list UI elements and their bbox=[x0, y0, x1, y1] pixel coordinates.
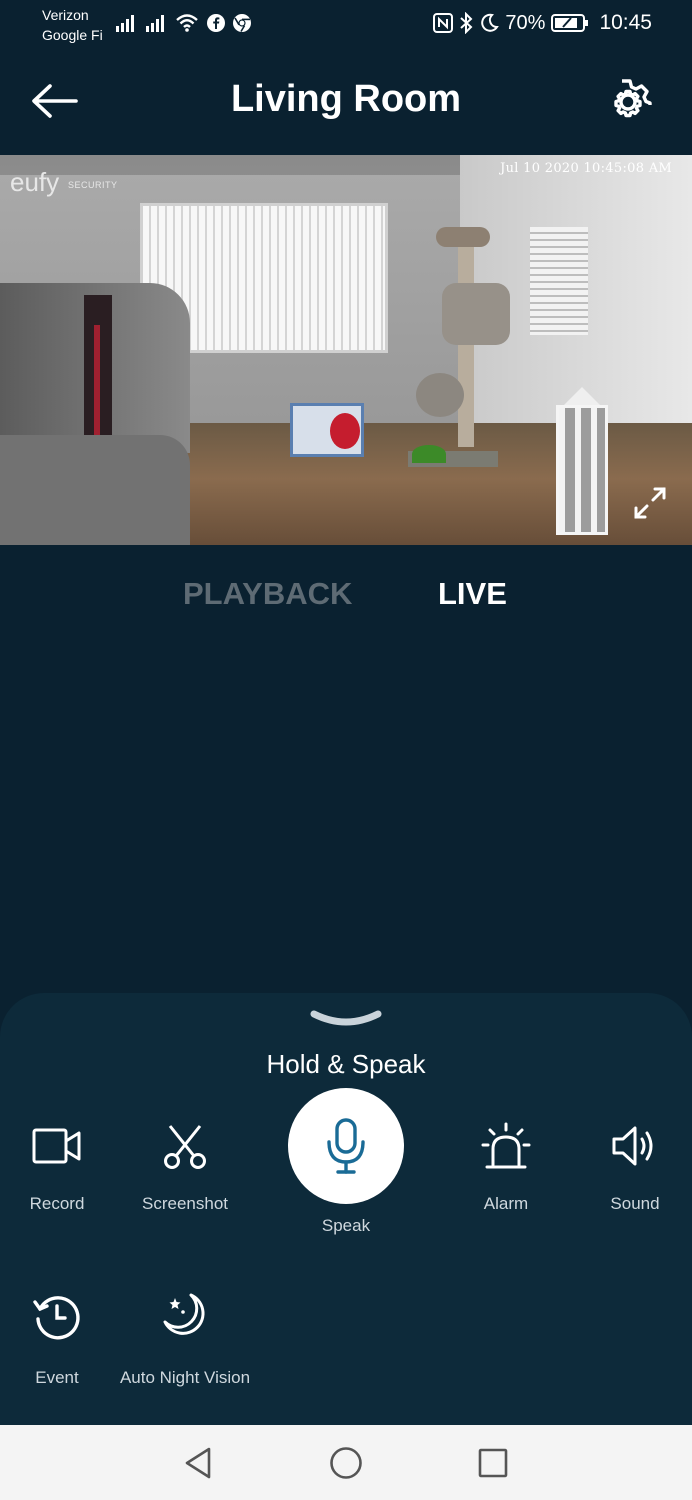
sound-icon-wrap bbox=[570, 1118, 692, 1174]
video-scene-cat-cube-hole bbox=[330, 413, 360, 449]
nav-recents-button[interactable] bbox=[473, 1443, 513, 1483]
video-scene-cat-tower-box bbox=[442, 283, 510, 345]
history-icon bbox=[33, 1296, 80, 1340]
screenshot-button[interactable]: Screenshot bbox=[120, 1118, 250, 1214]
gear-icon bbox=[614, 79, 652, 118]
video-scene-cat-tower-top bbox=[436, 227, 490, 247]
eufy-logo-sub: SECURITY bbox=[68, 180, 118, 190]
record-button[interactable]: Record bbox=[0, 1118, 122, 1214]
wifi-icon bbox=[176, 14, 198, 32]
fullscreen-button[interactable] bbox=[628, 481, 672, 525]
triangle-back-icon bbox=[185, 1447, 211, 1479]
eufy-logo: eufy bbox=[10, 167, 60, 197]
speak-label: Speak bbox=[321, 1216, 371, 1235]
battery-percent: 70% bbox=[505, 11, 546, 34]
siren-icon bbox=[481, 1122, 531, 1169]
alarm-icon-wrap bbox=[441, 1118, 571, 1174]
auto-night-vision-label: Auto Night Vision bbox=[119, 1368, 251, 1387]
screenshot-icon-wrap bbox=[120, 1118, 250, 1174]
nfc-icon bbox=[433, 13, 454, 33]
live-video-feed[interactable]: eufy SECURITY Jul 10 2020 10:45:08 AM bbox=[0, 155, 692, 545]
video-scene-cloth-stripe bbox=[94, 325, 100, 435]
carrier-secondary: Google Fi bbox=[42, 27, 103, 43]
speaker-icon bbox=[612, 1126, 653, 1166]
scissors-icon bbox=[164, 1125, 206, 1169]
view-tabs: PLAYBACK LIVE bbox=[0, 570, 692, 622]
control-sheet: Hold & Speak Record Screenshot Speak Ala… bbox=[0, 993, 692, 1425]
status-bar: Verizon Google Fi 70% 10:45 bbox=[0, 0, 692, 50]
bluetooth-icon bbox=[460, 12, 473, 34]
moon-stars-icon bbox=[163, 1293, 205, 1335]
auto-night-vision-button[interactable]: Auto Night Vision bbox=[102, 1288, 268, 1388]
system-nav-bar bbox=[0, 1425, 692, 1500]
circle-home-icon bbox=[330, 1447, 362, 1479]
alarm-label: Alarm bbox=[483, 1194, 529, 1213]
signal-icon-2 bbox=[146, 15, 164, 32]
nav-back-button[interactable] bbox=[178, 1443, 218, 1483]
chevron-down-icon bbox=[310, 1010, 382, 1026]
status-icons-right: 70% 10:45 bbox=[433, 10, 652, 36]
settings-button[interactable] bbox=[600, 76, 656, 128]
video-scene-lantern bbox=[556, 405, 608, 535]
nav-home-button[interactable] bbox=[326, 1443, 366, 1483]
status-icons-left bbox=[115, 12, 251, 34]
sound-button[interactable]: Sound bbox=[570, 1118, 692, 1214]
video-scene-sofa-seat bbox=[0, 435, 190, 545]
clock: 10:45 bbox=[599, 11, 652, 34]
carrier-label: Verizon Google Fi bbox=[42, 5, 103, 45]
tab-live[interactable]: LIVE bbox=[438, 576, 507, 612]
page-title: Living Room bbox=[230, 78, 462, 120]
record-icon-wrap bbox=[0, 1118, 122, 1174]
chrome-icon bbox=[233, 14, 251, 32]
video-timestamp: Jul 10 2020 10:45:08 AM bbox=[500, 161, 672, 176]
video-scene-window-blinds bbox=[530, 227, 588, 335]
video-camera-icon bbox=[32, 1128, 81, 1164]
video-scene-cat-tower-ball bbox=[416, 373, 464, 417]
carrier-name: Verizon bbox=[42, 7, 89, 23]
speak-button[interactable] bbox=[288, 1088, 404, 1204]
sheet-collapse-handle[interactable] bbox=[306, 1007, 386, 1031]
alarm-button[interactable]: Alarm bbox=[441, 1118, 571, 1214]
square-recents-icon bbox=[478, 1448, 508, 1478]
video-scene-toy bbox=[412, 445, 446, 463]
signal-icon bbox=[116, 15, 134, 32]
hold-speak-hint: Hold & Speak bbox=[266, 1049, 426, 1079]
facebook-icon bbox=[207, 14, 225, 32]
screenshot-label: Screenshot bbox=[142, 1194, 228, 1213]
expand-icon bbox=[634, 487, 666, 519]
tab-playback[interactable]: PLAYBACK bbox=[183, 576, 352, 612]
night-vision-icon-wrap bbox=[102, 1288, 268, 1344]
moon-icon bbox=[481, 13, 500, 32]
microphone-icon bbox=[327, 1118, 365, 1174]
sound-label: Sound bbox=[610, 1194, 660, 1213]
battery-icon bbox=[551, 14, 589, 32]
app-header: Living Room bbox=[0, 50, 692, 155]
record-label: Record bbox=[29, 1194, 85, 1213]
